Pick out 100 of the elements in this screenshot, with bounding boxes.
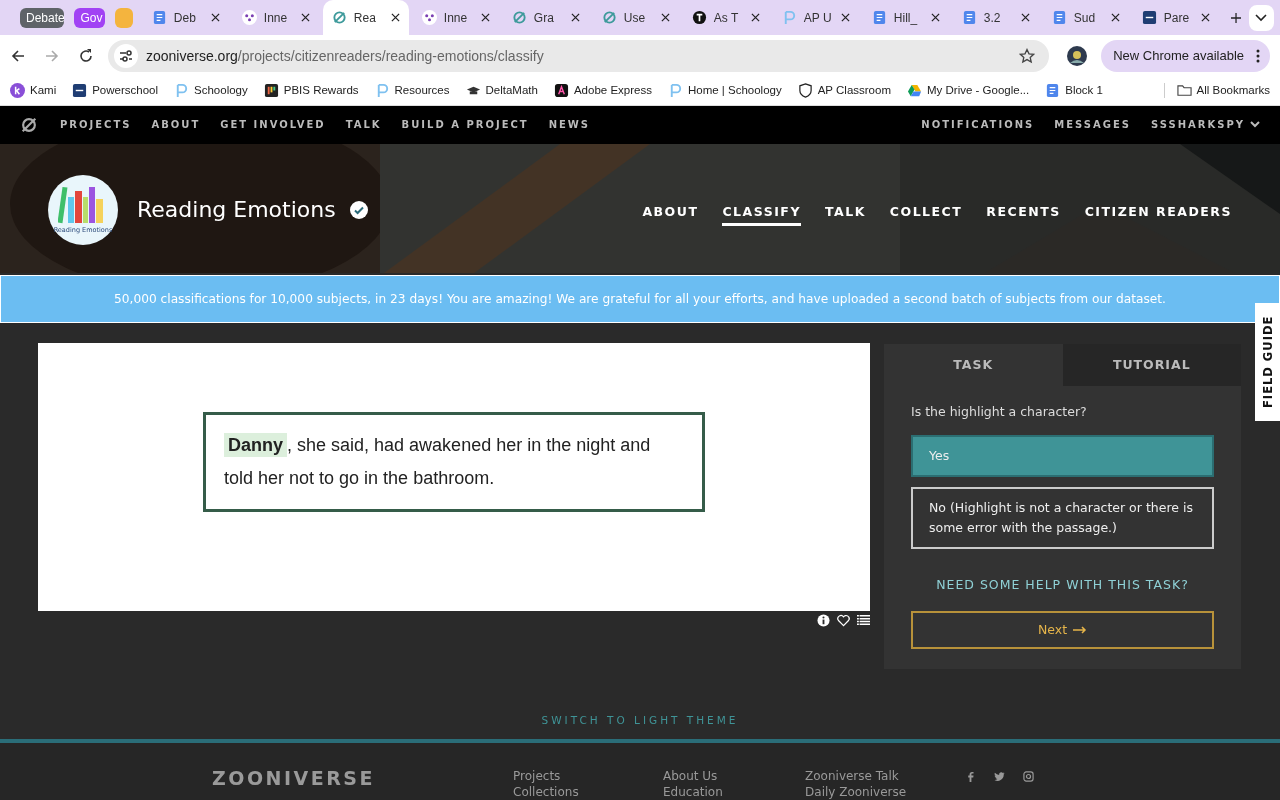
close-icon xyxy=(1020,13,1030,22)
tab-group-chip[interactable]: Gov xyxy=(74,7,105,28)
browser-tab[interactable]: Deb xyxy=(142,0,229,35)
tab-title: Pare xyxy=(1163,10,1191,25)
browser-tab[interactable]: Rea xyxy=(322,0,409,35)
arrow-right-icon xyxy=(1073,625,1088,634)
project-nav-tab[interactable]: TALK xyxy=(824,200,866,227)
project-title: Reading Emotions xyxy=(137,197,336,223)
site-nav-link[interactable]: PROJECTS xyxy=(60,119,132,131)
bookmark-label: Schoology xyxy=(194,84,248,97)
browser-tab[interactable]: Hill_ xyxy=(862,0,949,35)
close-icon xyxy=(750,13,760,22)
project-nav-tab[interactable]: CITIZEN READERS xyxy=(1084,200,1232,227)
bookmark-label: Home | Schoology xyxy=(687,84,782,97)
browser-tab[interactable]: Inne xyxy=(232,0,319,35)
site-nav-link[interactable]: TALK xyxy=(345,119,382,131)
browser-tab[interactable]: 3.2 xyxy=(952,0,1039,35)
bookmark-label: Resources xyxy=(394,84,450,97)
list-icon[interactable] xyxy=(857,613,870,627)
document-icon xyxy=(1051,10,1067,25)
footer-logo[interactable]: ZOONIVERSE xyxy=(212,767,376,789)
browser-tab[interactable]: Gra xyxy=(502,0,589,35)
all-bookmarks-button[interactable]: All Bookmarks xyxy=(1163,82,1270,98)
back-icon[interactable] xyxy=(10,47,26,64)
tab-title: As T xyxy=(713,10,740,25)
tab-group-chip[interactable]: Debate xyxy=(20,7,65,28)
bookmark[interactable]: AP Classroom xyxy=(797,82,891,98)
document-icon xyxy=(961,10,977,25)
project-nav-tab[interactable]: RECENTS xyxy=(986,200,1061,227)
next-button[interactable]: Next xyxy=(911,610,1214,649)
document-icon xyxy=(151,10,167,25)
bookmark[interactable]: DeltaMath xyxy=(465,82,538,98)
project-nav-tab[interactable]: COLLECT xyxy=(889,200,963,227)
tab-title: Gra xyxy=(533,10,555,25)
circle-slash-icon[interactable] xyxy=(20,115,38,134)
new-tab-icon[interactable] xyxy=(1230,11,1241,24)
heart-icon[interactable] xyxy=(837,613,850,627)
tab-title: Inne xyxy=(263,10,289,25)
footer-link[interactable]: Education xyxy=(663,785,806,800)
tab-title: Deb xyxy=(173,10,197,25)
browser-tab[interactable]: Sud xyxy=(1042,0,1129,35)
bookmark[interactable]: Powerschool xyxy=(72,82,159,98)
address-bar[interactable]: zooniverse.org/projects/citizenreaders/reading-emotions/classify xyxy=(108,39,1050,72)
browser-tab[interactable]: Use xyxy=(592,0,679,35)
site-nav-link[interactable]: MESSAGES xyxy=(1054,119,1131,131)
bookmark-label: PBIS Rewards xyxy=(283,84,359,97)
project-nav-tab[interactable]: ABOUT xyxy=(642,200,699,227)
answer-option[interactable]: No (Highlight is not a character or there is some error with the passage.) xyxy=(911,486,1214,549)
bookmark-label: Block 1 xyxy=(1065,84,1103,97)
reload-icon[interactable] xyxy=(78,47,94,64)
tab-search-button[interactable] xyxy=(1248,4,1274,31)
close-icon xyxy=(660,13,670,22)
bookmark[interactable]: Adobe Express xyxy=(553,82,652,98)
browser-tab[interactable]: Inne xyxy=(412,0,499,35)
tab-title: Hill_ xyxy=(893,10,919,25)
tab-title: Use xyxy=(623,10,647,25)
close-icon xyxy=(840,13,850,22)
site-nav-link[interactable]: NOTIFICATIONS xyxy=(921,119,1035,131)
bookmark[interactable]: My Drive - Google... xyxy=(907,82,1030,98)
site-nav-link[interactable]: BUILD A PROJECT xyxy=(401,119,529,131)
footer-link[interactable]: Projects xyxy=(513,769,664,784)
info-icon[interactable] xyxy=(817,613,830,627)
circle-slash-icon xyxy=(331,10,347,25)
bookmark[interactable]: PBIS Rewards xyxy=(263,82,359,98)
profile-avatar[interactable] xyxy=(1067,45,1088,66)
site-nav-link[interactable]: GET INVOLVED xyxy=(220,119,326,131)
chevron-down-icon xyxy=(1250,121,1260,129)
footer-link[interactable]: Collections xyxy=(513,785,664,800)
bookmark[interactable]: Schoology xyxy=(174,82,248,98)
site-nav-link[interactable]: NEWS xyxy=(548,119,591,131)
bookmark[interactable]: Kami xyxy=(10,82,57,98)
bookmark-label: DeltaMath xyxy=(485,84,538,97)
browser-tab[interactable]: Pare xyxy=(1132,0,1219,35)
field-guide-tab[interactable]: FIELD GUIDE xyxy=(1255,302,1280,421)
bookmark[interactable]: Resources xyxy=(374,82,450,98)
footer-link[interactable]: About Us xyxy=(663,769,806,784)
browser-tab[interactable]: As T xyxy=(682,0,769,35)
passage-text: Danny , she said, had awakened her in the night and told her not to go in the bathroom. xyxy=(224,431,652,490)
close-icon xyxy=(1110,13,1120,22)
theme-toggle-link[interactable]: SWITCH TO LIGHT THEME xyxy=(541,714,739,727)
bookmark[interactable]: Block 1 xyxy=(1045,82,1103,98)
bookmark-star-icon[interactable] xyxy=(1019,47,1036,64)
footer-link[interactable]: Daily Zooniverse xyxy=(805,785,956,800)
project-nav-tab[interactable]: CLASSIFY xyxy=(722,200,801,227)
sis-logo-icon xyxy=(72,82,88,98)
panel-tab[interactable]: TUTORIAL xyxy=(1062,343,1241,386)
user-menu[interactable]: SSSHARKSPY xyxy=(1150,119,1260,131)
dots-icon xyxy=(241,10,257,25)
task-question: Is the highlight a character? xyxy=(911,403,1088,419)
bookmark[interactable]: Home | Schoology xyxy=(667,82,782,98)
help-link[interactable]: NEED SOME HELP WITH THIS TASK? xyxy=(911,576,1214,592)
footer-link[interactable]: Zooniverse Talk xyxy=(805,769,956,784)
site-nav-link[interactable]: ABOUT xyxy=(151,119,201,131)
bird-icon[interactable] xyxy=(994,771,1006,782)
facebook-icon[interactable] xyxy=(965,771,977,782)
triangle-logo-icon xyxy=(907,82,922,98)
camera-icon[interactable] xyxy=(1023,771,1035,782)
browser-tab[interactable]: AP U xyxy=(772,0,859,35)
bookmark-label: Adobe Express xyxy=(573,84,652,97)
update-button[interactable]: New Chrome available xyxy=(1101,39,1270,72)
